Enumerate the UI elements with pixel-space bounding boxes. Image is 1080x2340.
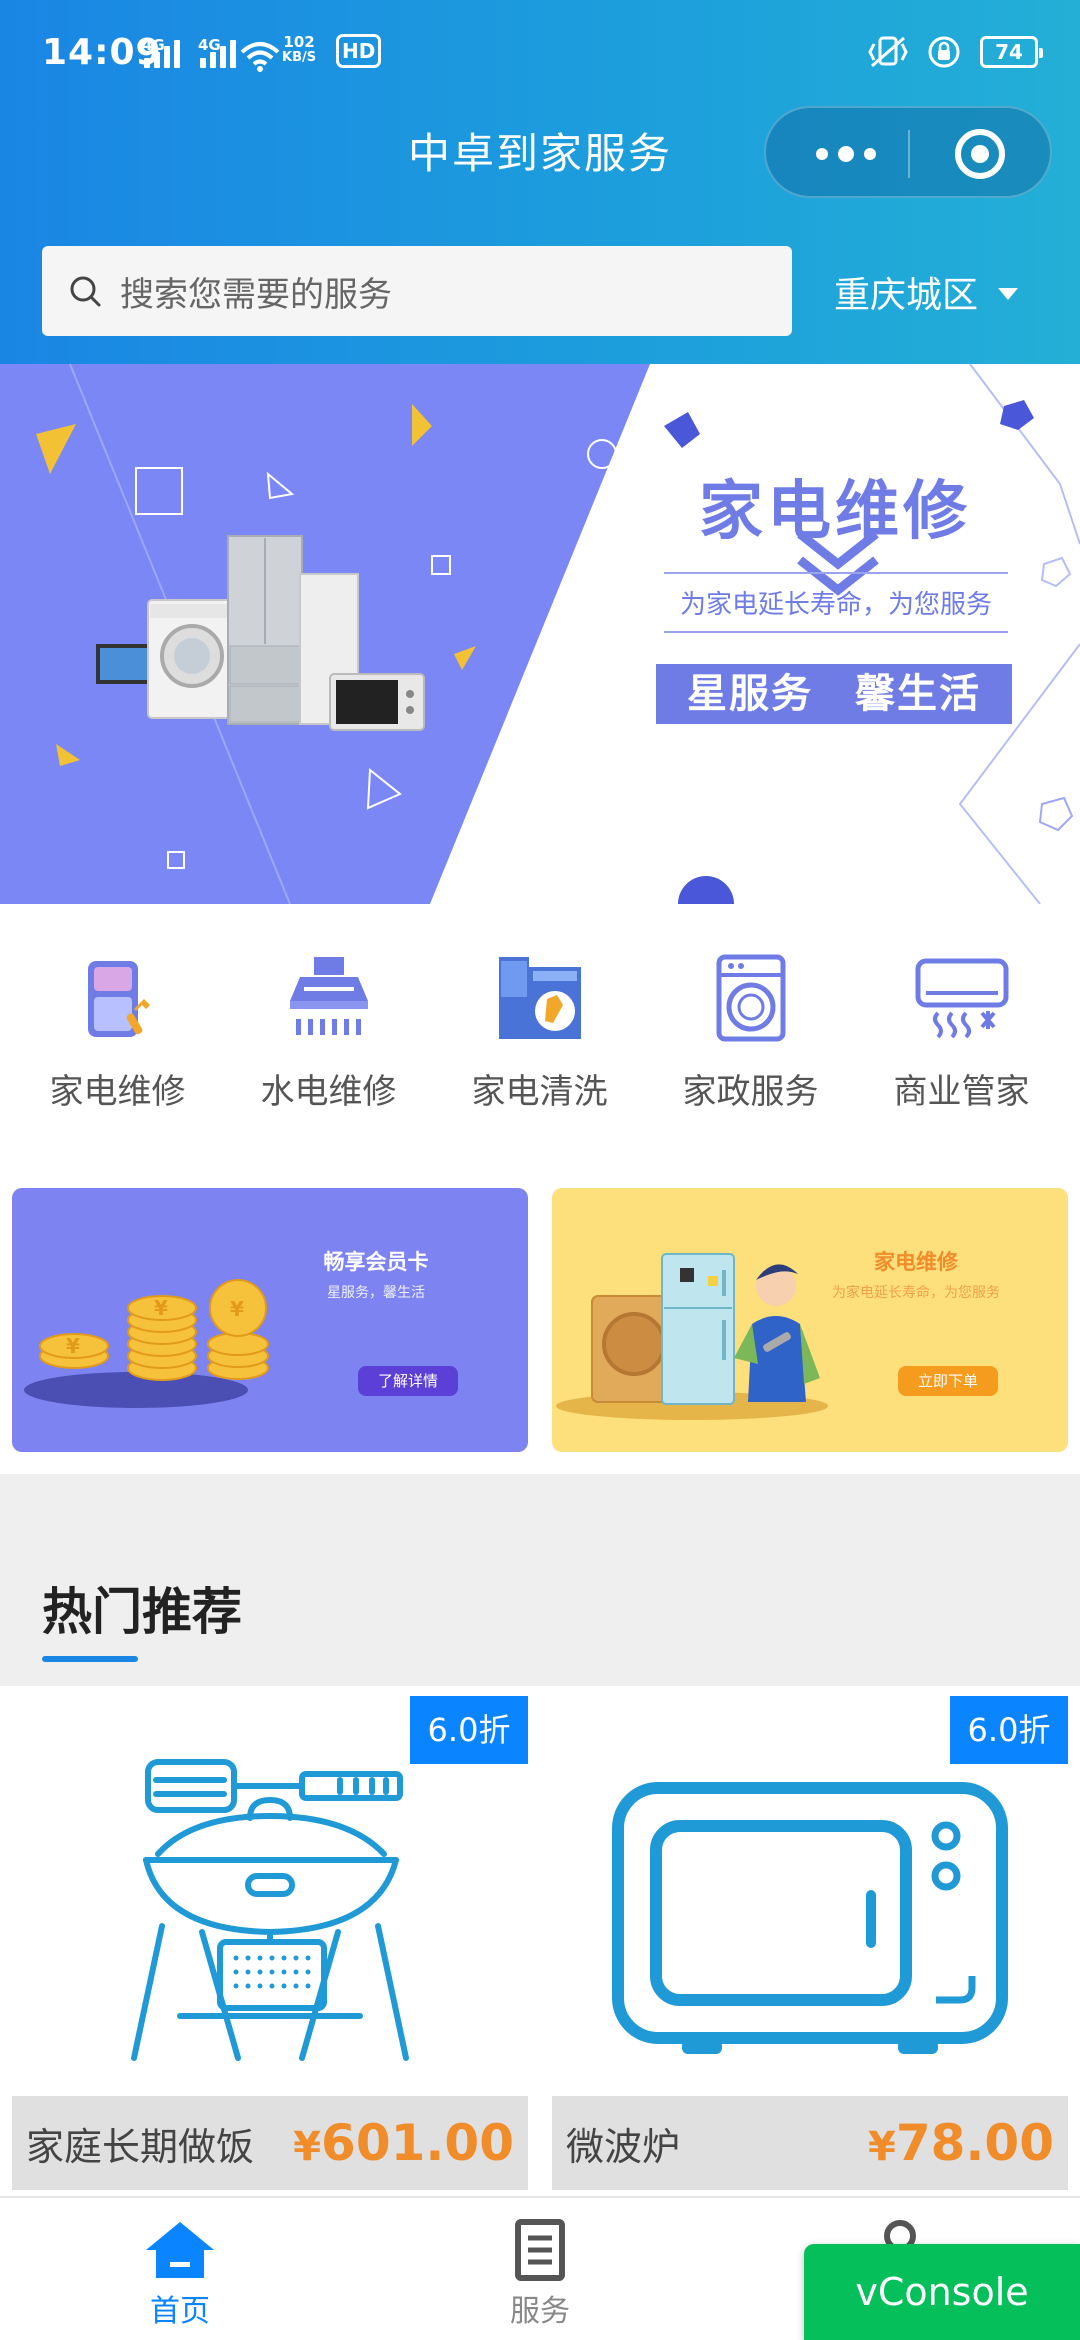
product-name: 家庭长期做饭: [26, 2124, 255, 2169]
price-value: 601.00: [321, 2114, 514, 2172]
close-miniprogram-button[interactable]: [954, 128, 1006, 180]
vconsole-button[interactable]: vConsole: [804, 2244, 1080, 2340]
status-right: 74: [868, 34, 1043, 70]
promo-card-repair[interactable]: 家电维修 为家电延长寿命，为您服务 立即下单: [552, 1188, 1068, 1452]
promo-card-membership[interactable]: ¥ ¥ ¥ 畅享会员卡 星服务，馨生活 了解详情: [12, 1188, 528, 1452]
battery-icon: 74: [980, 36, 1043, 68]
more-button[interactable]: [806, 134, 886, 174]
product-price: ¥601.00: [293, 2114, 514, 2172]
price-value: 78.00: [895, 2114, 1054, 2172]
search-input[interactable]: 搜索您需要的服务: [42, 246, 792, 336]
range-hood-icon: [281, 950, 377, 1046]
speed-value: 102: [283, 33, 315, 51]
capsule-divider: [908, 130, 910, 178]
rotation-lock-icon: [928, 36, 960, 68]
document-icon: [515, 2219, 565, 2281]
search-icon: [70, 276, 101, 307]
tab-home[interactable]: 首页: [80, 2198, 280, 2340]
speed-unit: KB/S: [282, 50, 317, 65]
category-business-butler[interactable]: 商业管家: [856, 950, 1067, 1130]
banner-title: 家电维修: [699, 475, 971, 549]
dot-icon: [864, 148, 876, 160]
tab-label: 服务: [510, 2294, 570, 2329]
category-label: 家政服务: [682, 1072, 819, 1112]
city-selector[interactable]: 重庆城区: [834, 266, 1019, 318]
svg-text:¥: ¥: [230, 1297, 244, 1321]
status-bar: 14:09 4G 4G 102 KB/S HD 74: [0, 0, 1080, 110]
hd-badge: HD: [336, 34, 382, 68]
wifi-icon: [240, 42, 280, 72]
category-label: 家电维修: [49, 1072, 186, 1112]
category-label: 水电维修: [260, 1072, 397, 1112]
product-name: 微波炉: [566, 2124, 681, 2169]
product-price: ¥78.00: [868, 2114, 1054, 2172]
category-plumbing-electrical[interactable]: 水电维修: [223, 950, 434, 1130]
order-now-button[interactable]: 立即下单: [898, 1366, 998, 1396]
dot-icon: [816, 148, 828, 160]
city-label: 重庆城区: [834, 275, 979, 316]
cleaning-icon: [492, 950, 588, 1046]
category-appliance-cleaning[interactable]: 家电清洗: [434, 950, 645, 1130]
search-placeholder: 搜索您需要的服务: [120, 274, 392, 315]
dot-icon: [838, 146, 854, 162]
washing-machine-icon: [703, 950, 799, 1046]
tab-label: 首页: [150, 2294, 210, 2329]
product-info: 家庭长期做饭 ¥601.00: [12, 2096, 528, 2190]
mini-program-capsule: [764, 106, 1052, 198]
home-icon: [146, 2222, 214, 2278]
product-card[interactable]: 6.0折 微波炉 ¥78.00: [552, 1696, 1068, 2190]
currency-symbol: ¥: [293, 2124, 322, 2170]
category-appliance-repair[interactable]: 家电维修: [12, 950, 223, 1130]
repairman-illustration: [556, 1253, 828, 1420]
promo-subtitle: 为家电延长寿命，为您服务: [832, 1285, 1000, 1301]
banner-illustration: [0, 364, 1080, 904]
promo-subtitle: 星服务，馨生活: [327, 1285, 425, 1301]
product-info: 微波炉 ¥78.00: [552, 2096, 1068, 2190]
promo-title: 家电维修: [874, 1250, 958, 1274]
category-label: 商业管家: [893, 1072, 1030, 1112]
signal-bars-icon: [144, 40, 180, 68]
category-label: 家电清洗: [471, 1072, 608, 1112]
signal-bars-icon: [200, 40, 236, 68]
category-housekeeping[interactable]: 家政服务: [645, 950, 856, 1130]
discount-badge: 6.0折: [410, 1696, 528, 1764]
coins-illustration: ¥ ¥ ¥: [24, 1279, 269, 1408]
hero-banner[interactable]: 家电维修 为家电延长寿命，为您服务 星服务 馨生活: [0, 364, 1080, 904]
hot-section-title: 热门推荐: [42, 1583, 242, 1641]
promo-title: 畅享会员卡: [323, 1250, 429, 1274]
banner-subtitle: 为家电延长寿命，为您服务: [664, 572, 1008, 633]
discount-badge: 6.0折: [950, 1696, 1068, 1764]
product-card[interactable]: 6.0折 家庭长期做饭 ¥601.00: [12, 1696, 528, 2190]
fridge-repair-icon: [70, 950, 166, 1046]
banner-tagline: 星服务 馨生活: [656, 664, 1012, 724]
vibrate-icon: [868, 36, 908, 68]
network-speed: 102 KB/S: [282, 34, 316, 66]
tab-service[interactable]: 服务: [440, 2198, 640, 2340]
category-grid: 家电维修 水电维修 家电清洗 家政服务 商业管家: [0, 950, 1080, 1130]
title-underline: [42, 1656, 138, 1662]
svg-text:¥: ¥: [66, 1334, 80, 1358]
learn-more-button[interactable]: 了解详情: [358, 1366, 458, 1396]
air-conditioner-icon: [914, 950, 1010, 1046]
caret-down-icon: [998, 288, 1019, 300]
svg-text:¥: ¥: [154, 1296, 168, 1320]
app-header: 14:09 4G 4G 102 KB/S HD 74 中卓到家服务 搜索您需要的…: [0, 0, 1080, 364]
currency-symbol: ¥: [868, 2124, 896, 2170]
